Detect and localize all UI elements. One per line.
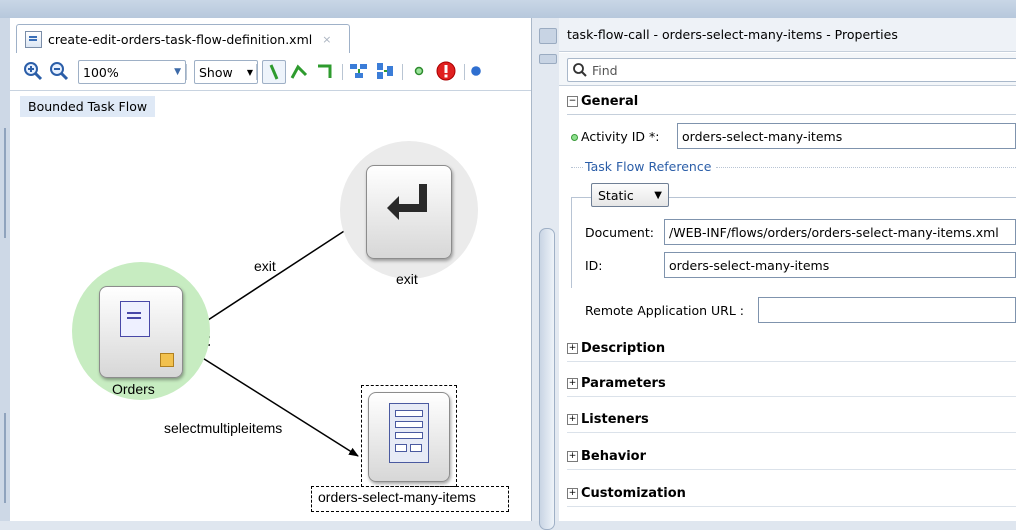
section-parameters[interactable]: + Parameters — [567, 376, 666, 391]
activity-id-label: Activity ID *: — [571, 129, 659, 144]
orders-select-many-items-node-label: orders-select-many-items — [318, 489, 476, 505]
orders-node[interactable] — [99, 286, 183, 378]
section-description-label: Description — [581, 341, 666, 356]
document-label: Document: — [585, 225, 654, 240]
search-icon — [573, 63, 587, 77]
orders-node-label: Orders — [112, 381, 155, 397]
find-bar: Find — [559, 53, 1016, 86]
section-parameters-label: Parameters — [581, 376, 666, 391]
scroll-up-icon[interactable] — [539, 28, 557, 44]
expand-icon: + — [567, 488, 578, 499]
divider — [716, 167, 1016, 168]
section-listeners-label: Listeners — [581, 412, 649, 427]
divider — [571, 167, 583, 168]
page-icon — [120, 301, 150, 337]
section-customization-label: Customization — [581, 486, 686, 501]
divider — [567, 114, 1016, 115]
section-customization[interactable]: + Customization — [567, 486, 686, 501]
divider — [567, 506, 1016, 507]
exit-node[interactable] — [366, 165, 452, 259]
section-listeners[interactable]: + Listeners — [567, 412, 649, 427]
divider — [567, 469, 1016, 470]
exit-node-label: exit — [396, 271, 418, 287]
activity-id-field[interactable]: orders-select-many-items — [677, 123, 1016, 149]
section-behavior[interactable]: + Behavior — [567, 449, 646, 464]
reference-type-select[interactable]: Static ▼ — [591, 183, 669, 207]
section-general[interactable]: − General — [567, 94, 638, 109]
activity-id-label-text: Activity ID *: — [581, 129, 660, 144]
expand-icon: + — [567, 414, 578, 425]
orders-select-many-items-node[interactable] — [368, 392, 450, 482]
chevron-down-icon: ▼ — [654, 189, 662, 201]
section-general-label: General — [581, 94, 639, 109]
section-description[interactable]: + Description — [567, 341, 665, 356]
task-flow-reference-label: Task Flow Reference — [585, 159, 712, 174]
find-placeholder: Find — [592, 62, 618, 78]
id-label: ID: — [585, 258, 603, 273]
document-field[interactable]: /WEB-INF/flows/orders/orders-select-many… — [664, 219, 1016, 245]
id-field[interactable]: orders-select-many-items — [664, 252, 1016, 278]
edge-select-label[interactable]: selectmultipleitems — [164, 420, 282, 436]
reference-type-value: Static — [598, 187, 634, 203]
collapse-icon: − — [567, 96, 578, 107]
edge-select — [181, 344, 359, 457]
return-icon — [387, 184, 427, 220]
editor-vertical-scrollbar[interactable] — [531, 18, 560, 530]
task-flow-call-icon — [389, 403, 429, 463]
expand-icon: + — [567, 343, 578, 354]
edge-exit-label[interactable]: exit — [254, 258, 276, 274]
scrollbar-thumb[interactable] — [539, 228, 555, 530]
remote-url-field[interactable] — [758, 297, 1016, 323]
remote-url-label: Remote Application URL : — [585, 303, 745, 318]
scroll-grip-icon[interactable] — [539, 54, 557, 64]
properties-title: task-flow-call - orders-select-many-item… — [559, 18, 1016, 52]
divider — [567, 432, 1016, 433]
expand-icon: + — [567, 451, 578, 462]
divider — [567, 396, 1016, 397]
find-input[interactable]: Find — [567, 58, 1016, 82]
section-behavior-label: Behavior — [581, 449, 647, 464]
required-icon — [571, 134, 578, 141]
divider — [567, 361, 1016, 362]
expand-icon: + — [567, 378, 578, 389]
task-flow-badge-icon — [160, 353, 174, 367]
